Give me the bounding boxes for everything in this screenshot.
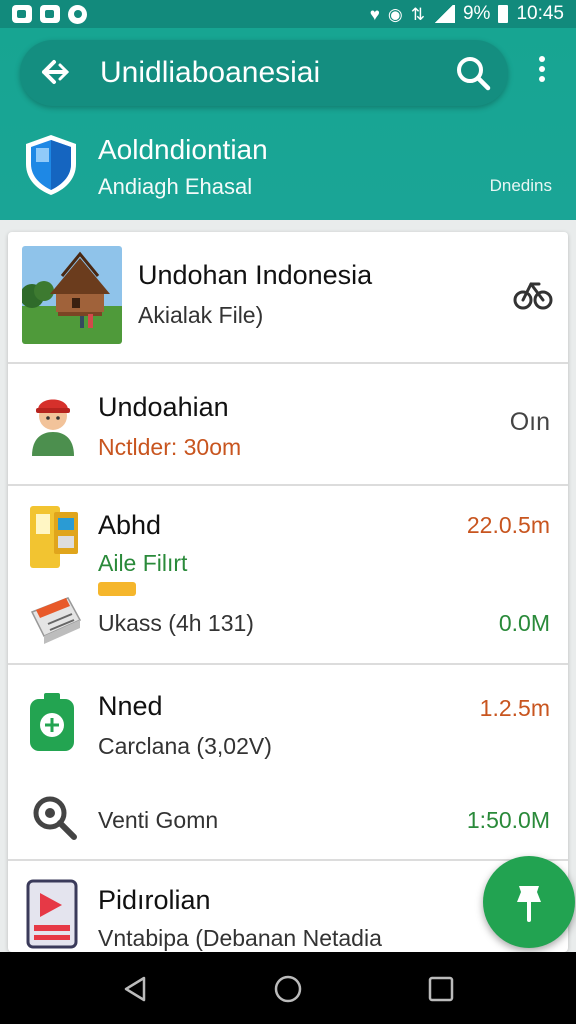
header-subtitle: Andiagh Ehasal: [98, 174, 253, 199]
nav-recents-icon[interactable]: [426, 974, 456, 1004]
item-subtitle: Carclana (3,02V): [98, 733, 272, 759]
clock: 10:45: [516, 3, 564, 24]
item-subtitle: Aile Filırt: [98, 550, 188, 576]
item-subtitle: Nctlder: 30om: [98, 434, 242, 460]
item-sub-line-text: Ukass (4h 131): [98, 610, 254, 636]
nav-back-icon[interactable]: [120, 974, 150, 1004]
item-subtitle: Akialak File): [138, 302, 264, 328]
floating-action-button[interactable]: [483, 856, 575, 948]
wifi-icon: ◉: [387, 4, 403, 24]
back-arrow-icon[interactable]: [36, 52, 76, 92]
machine-icon: [30, 506, 78, 568]
app-header: Unidliaboanesiai Aoldndiontian Andiagh E…: [0, 28, 576, 220]
indonesia-house-thumbnail: [22, 246, 122, 344]
pin-icon: [517, 886, 541, 922]
list-item[interactable]: Abhd 22.0.5m Aile Filırt Ukass (4h 131) …: [8, 486, 568, 665]
battery-icon: [498, 5, 509, 23]
item-sub-line-text: Venti Gomn: [98, 807, 219, 833]
item-value: 22.0.5m: [466, 512, 550, 538]
sim-card-icon: [30, 693, 74, 751]
app-notification-icon: [68, 4, 87, 24]
search-scan-icon: [33, 796, 77, 840]
network-icon: ⇅: [410, 4, 425, 24]
status-left-icons: [12, 4, 87, 24]
search-icon[interactable]: [454, 54, 492, 92]
message-icon: [40, 5, 60, 23]
signal-icon: [432, 5, 455, 23]
header-right-label[interactable]: Dnedins: [490, 176, 552, 196]
search-bar[interactable]: Unidliaboanesiai: [20, 40, 508, 106]
search-title[interactable]: Unidliaboanesiai: [100, 56, 320, 90]
list-item[interactable]: Undoahian Nctlder: 30om Oın: [8, 364, 568, 486]
status-bar: ♥ ◉ ⇅ 9% 10:45: [0, 0, 576, 28]
item-title: Abhd: [98, 510, 162, 540]
notification-icon: [12, 5, 32, 23]
item-value: 1.2.5m: [479, 695, 550, 721]
list-item[interactable]: Undohan Indonesia Akialak File): [8, 232, 568, 364]
security-status-icon: ♥: [369, 4, 380, 24]
item-title: Undohan Indonesia: [138, 260, 373, 290]
battery-percent: 9%: [462, 3, 491, 24]
item-value: Oın: [509, 408, 550, 436]
status-badge: [98, 582, 136, 596]
header-title: Aoldndiontian: [98, 134, 268, 165]
item-title: Nned: [98, 691, 163, 721]
item-sub-line-value: 1:50.0M: [466, 807, 550, 833]
list-item[interactable]: Nned 1.2.5m Carclana (3,02V) Venti Gomn …: [8, 665, 568, 861]
worker-avatar-icon: [32, 399, 74, 456]
bicycle-icon[interactable]: [513, 276, 553, 312]
status-right-icons: ♥ ◉ ⇅ 9% 10:45: [370, 3, 564, 25]
play-media-icon: [26, 879, 78, 949]
more-options-icon[interactable]: [532, 56, 552, 90]
item-title: Undoahian: [98, 392, 229, 422]
nav-home-icon[interactable]: [273, 974, 303, 1004]
item-subtitle: Vntabipa (Debanan Netadia: [98, 925, 382, 951]
item-title: Pidırolian: [98, 885, 211, 915]
system-navigation-bar: [0, 952, 576, 1024]
item-sub-line-value: 0.0M: [498, 610, 550, 636]
list-card: Undohan Indonesia Akialak File) Undoahia…: [8, 232, 568, 952]
receipt-printer-icon: [30, 597, 82, 644]
shield-icon: [26, 135, 76, 195]
